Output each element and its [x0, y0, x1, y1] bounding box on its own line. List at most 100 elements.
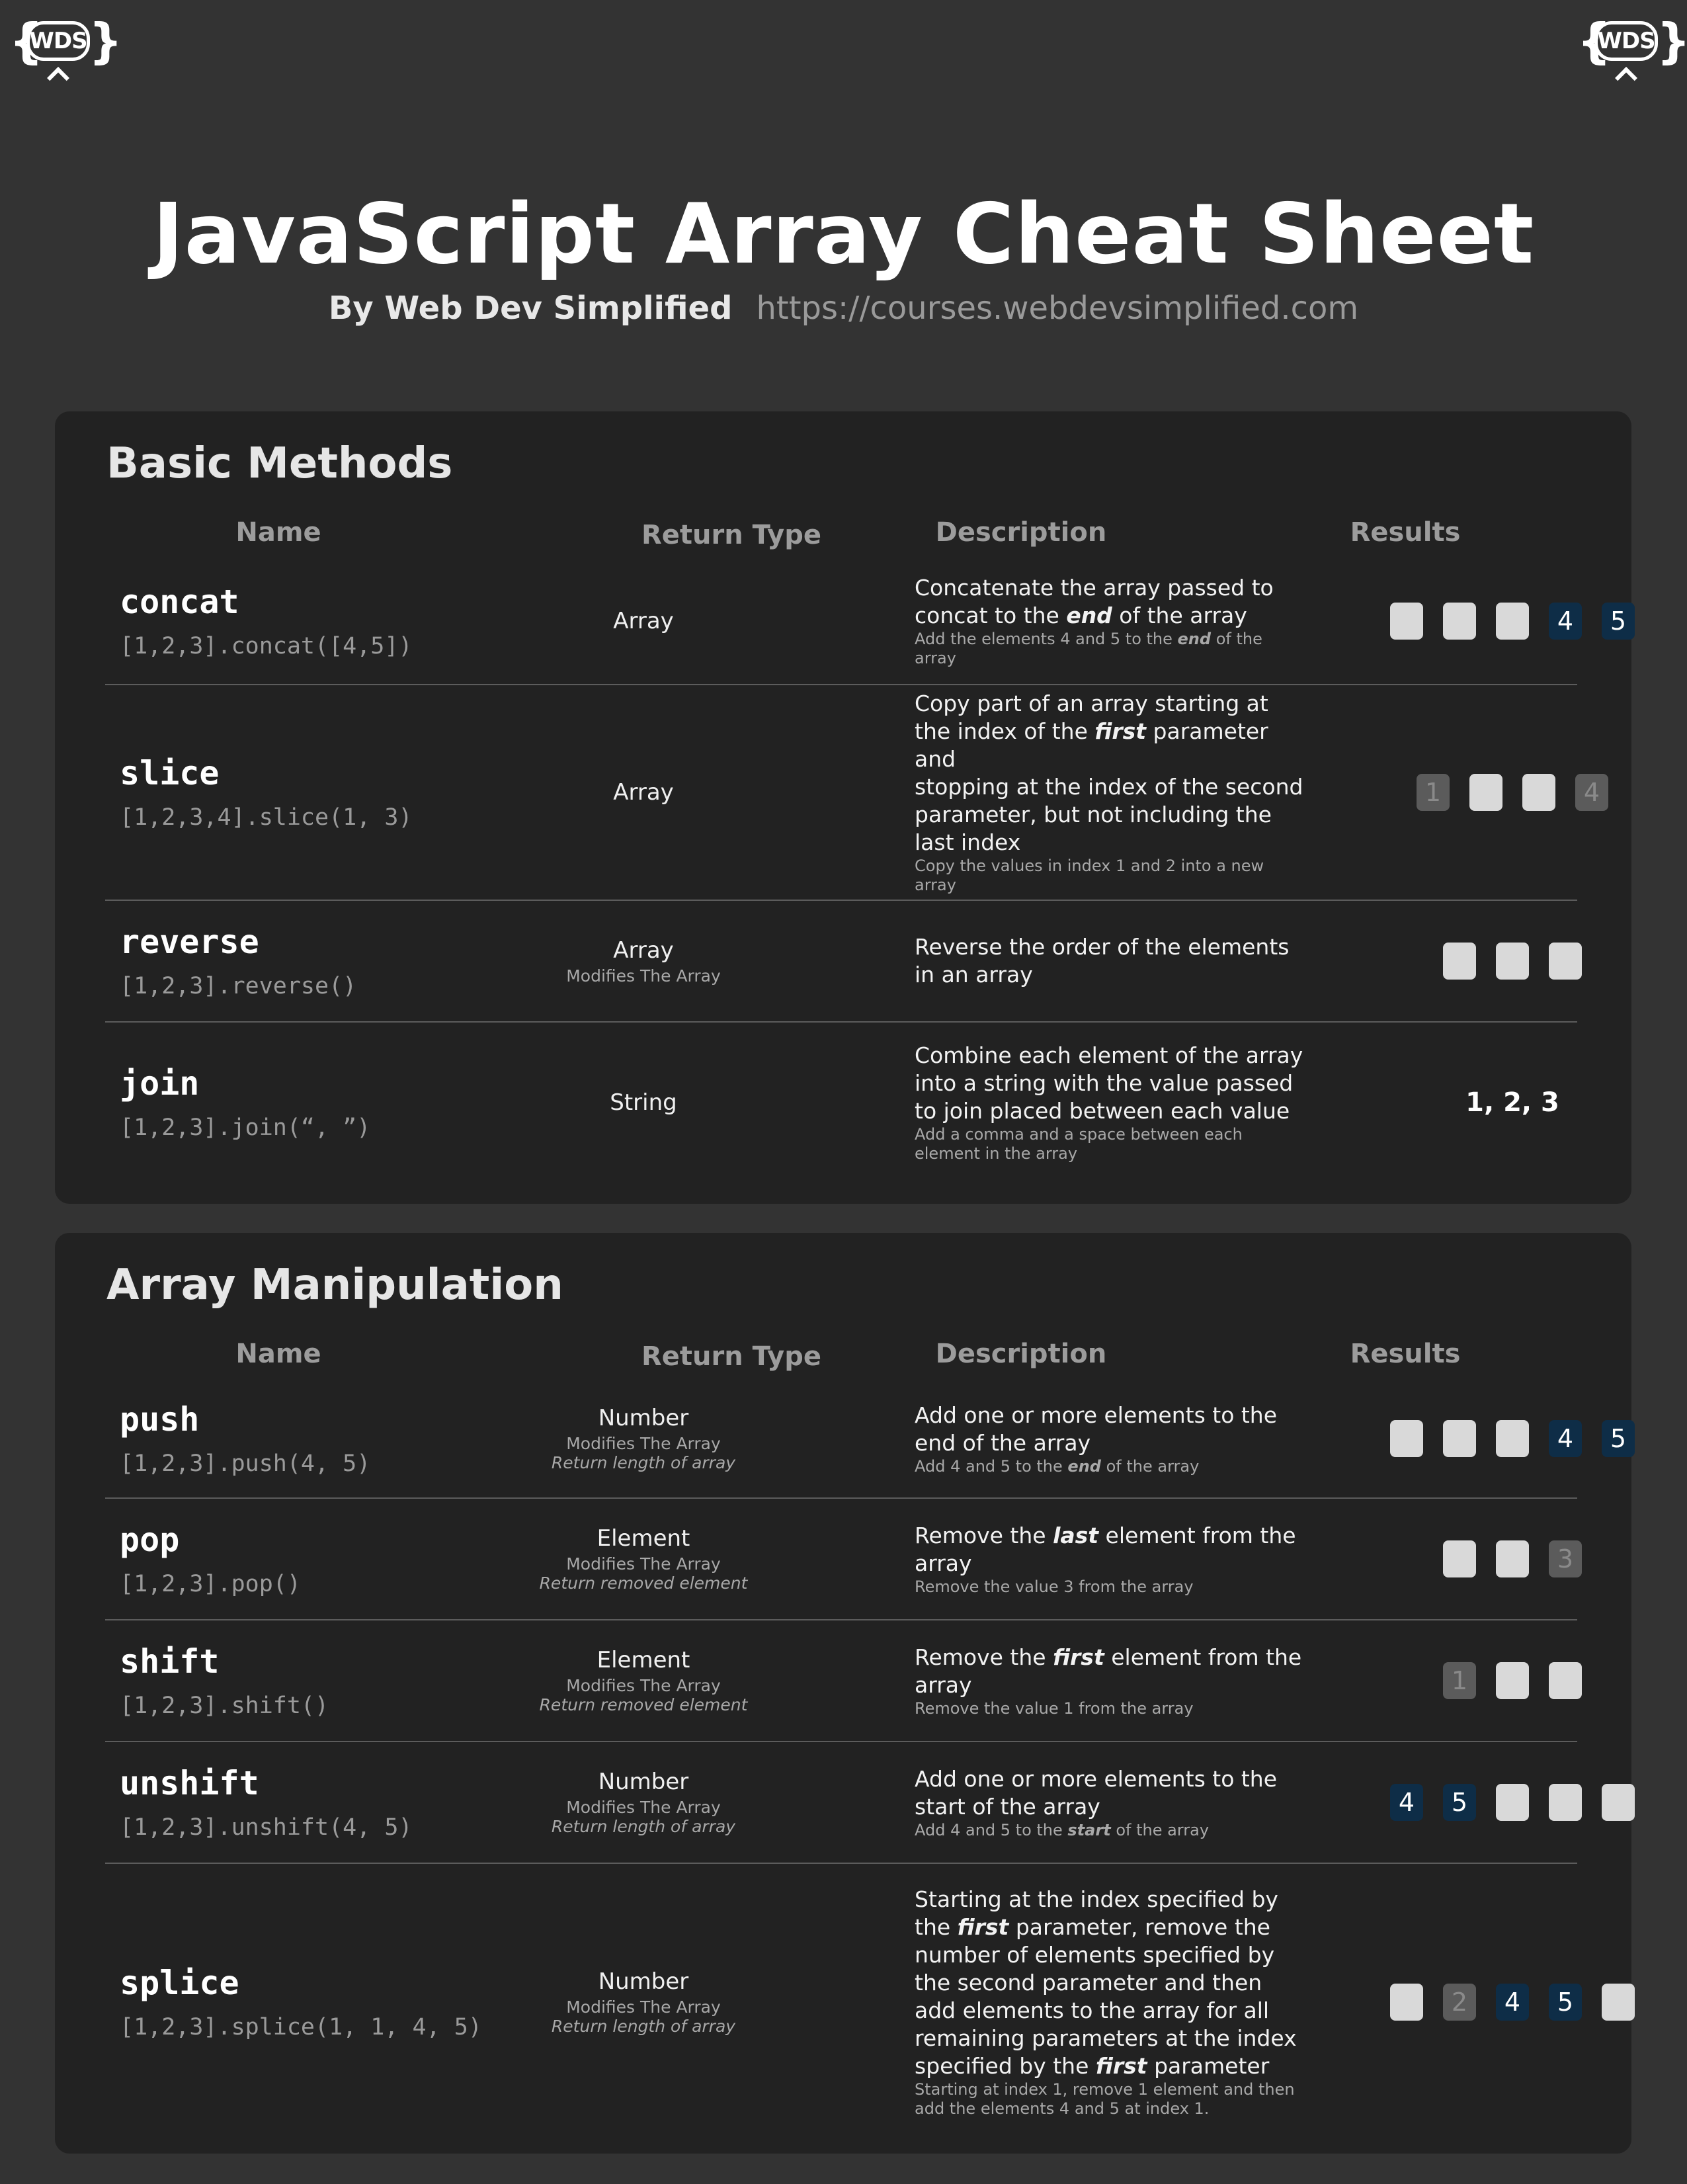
- description-line: the second parameter and then: [915, 1970, 1262, 1995]
- description-line: Concatenate the array passed to: [915, 575, 1274, 601]
- result-box: [1602, 1784, 1635, 1821]
- result-box-added: 4: [1496, 1984, 1529, 2021]
- result-box-added: 4: [1549, 1420, 1582, 1457]
- modifies-note: Modifies The Array: [566, 1798, 721, 1817]
- brace-right-glyph: }: [1657, 17, 1687, 65]
- column-header-description: Description: [935, 1339, 1107, 1369]
- description-cell: Concatenate the array passed to concat to…: [915, 558, 1305, 684]
- example-note-line: Remove the value 3 from the array: [915, 1577, 1194, 1596]
- description-line: in an array: [915, 962, 1033, 987]
- example-note-line: element in the array: [915, 1144, 1078, 1163]
- modifies-note: Modifies The Array: [566, 1434, 721, 1453]
- results-cell: 45: [1327, 1742, 1687, 1863]
- results-cell: 45: [1327, 1380, 1687, 1497]
- method-example: [1,2,3].push(4, 5): [120, 1450, 371, 1477]
- example-note-line: Remove the value 1 from the array: [915, 1699, 1194, 1718]
- return-type-cell: Number Modifies The Array Return length of…: [445, 1380, 842, 1497]
- result-box-removed: 3: [1549, 1540, 1582, 1577]
- table-row: splice [1,2,3].splice(1, 1, 4, 5) Number Mo…: [105, 1864, 1635, 2140]
- section-title: Array Manipulation: [106, 1261, 563, 1310]
- method-name: concat: [120, 583, 239, 621]
- method-cell: pop [1,2,3].pop(): [120, 1499, 301, 1619]
- description-line: remaining parameters at the index: [915, 2025, 1297, 2051]
- description-cell: Add one or more elements to the start of …: [915, 1742, 1305, 1863]
- method-name: join: [120, 1064, 200, 1103]
- result-box: [1522, 774, 1555, 811]
- method-cell: reverse [1,2,3].reverse(): [120, 901, 356, 1021]
- logo-caret-icon: [47, 67, 69, 89]
- method-cell: splice [1,2,3].splice(1, 1, 4, 5): [120, 1864, 482, 2140]
- description-cell: Combine each element of the array into a …: [915, 1023, 1305, 1183]
- result-box-added: 5: [1602, 1420, 1635, 1457]
- column-header-description: Description: [935, 517, 1107, 548]
- description-line: Add one or more elements to the: [915, 1402, 1278, 1428]
- table-row: slice [1,2,3,4].slice(1, 3) Array Copy part…: [105, 685, 1608, 901]
- method-name: push: [120, 1400, 200, 1439]
- result-box: [1390, 603, 1423, 640]
- method-cell: unshift [1,2,3].unshift(4, 5): [120, 1742, 413, 1863]
- description-line: Add one or more elements to the: [915, 1765, 1278, 1792]
- description-line: Combine each element of the array: [915, 1042, 1303, 1068]
- description-line: Copy part of an array starting at: [915, 691, 1268, 716]
- page-title: JavaScript Array Cheat Sheet: [152, 185, 1535, 282]
- method-cell: push [1,2,3].push(4, 5): [120, 1380, 370, 1497]
- modifies-note: Modifies The Array: [566, 966, 721, 986]
- description-line: parameter, but not including the: [915, 802, 1272, 827]
- result-box: [1496, 943, 1529, 980]
- return-type: Element: [597, 1647, 690, 1673]
- description-cell: Remove the last element from the array Rem…: [915, 1499, 1305, 1619]
- column-header-name: Name: [235, 517, 321, 548]
- description-line: into a string with the value passed: [915, 1070, 1294, 1096]
- table-row: unshift [1,2,3].unshift(4, 5) Number Modifi…: [105, 1742, 1635, 1864]
- wds-logo-left: { WDS }: [9, 17, 122, 90]
- method-example: [1,2,3].shift(): [120, 1693, 329, 1719]
- return-type: Array: [613, 937, 674, 964]
- subtitle: By Web Dev Simplified https://courses.web…: [0, 290, 1687, 327]
- result-box: [1602, 1984, 1635, 2021]
- results-cell: 3: [1327, 1499, 1687, 1619]
- results-cell: [1327, 901, 1687, 1021]
- method-example: [1,2,3].splice(1, 1, 4, 5): [120, 2014, 482, 2040]
- method-cell: concat [1,2,3].concat([4,5]): [120, 558, 413, 684]
- return-note: Return length of array: [551, 2017, 736, 2036]
- method-example: [1,2,3].join(“, ”): [120, 1114, 371, 1141]
- method-cell: slice [1,2,3,4].slice(1, 3): [120, 685, 413, 900]
- return-type: Array: [613, 608, 674, 634]
- return-type-cell: Array: [445, 558, 842, 684]
- result-box: [1469, 774, 1502, 811]
- description-line: Remove the first element from the: [915, 1644, 1302, 1670]
- description-line: array: [915, 1671, 972, 1698]
- method-example: [1,2,3].unshift(4, 5): [120, 1814, 413, 1841]
- return-type: Element: [597, 1525, 690, 1552]
- method-name: slice: [120, 754, 220, 792]
- result-box-removed: 1: [1443, 1662, 1476, 1699]
- description-line: end of the array: [915, 1429, 1091, 1456]
- result-box-removed: 4: [1575, 774, 1608, 811]
- section-basic-methods: Basic Methods Name Return Type Descripti…: [55, 411, 1635, 1204]
- method-name: pop: [120, 1521, 180, 1559]
- byline: By Web Dev Simplified: [328, 290, 733, 327]
- example-note-line: Starting at index 1, remove 1 element an…: [915, 2080, 1295, 2099]
- description-line: specified by the first parameter: [915, 2053, 1270, 2079]
- column-header-results: Results: [1350, 517, 1461, 548]
- return-type-cell: Number Modifies The Array Return length of…: [445, 1864, 842, 2140]
- result-box: [1496, 1420, 1529, 1457]
- modifies-note: Modifies The Array: [566, 1676, 721, 1695]
- modifies-note: Modifies The Array: [566, 1997, 721, 2017]
- section-array-manipulation: Array Manipulation Name Return Type Desc…: [55, 1233, 1635, 2154]
- method-example: [1,2,3].reverse(): [120, 973, 357, 999]
- description-line: stopping at the index of the second: [915, 774, 1303, 800]
- result-box-removed: 1: [1417, 774, 1450, 811]
- logo-caret-icon: [1615, 67, 1637, 89]
- method-example: [1,2,3].pop(): [120, 1571, 301, 1597]
- return-note: Return length of array: [551, 1817, 736, 1836]
- course-link[interactable]: https://courses.webdevsimplified.com: [756, 290, 1358, 327]
- method-name: shift: [120, 1642, 220, 1681]
- return-type-cell: Element Modifies The Array Return removed …: [445, 1499, 842, 1619]
- description-line: add elements to the array for all: [915, 1997, 1270, 2023]
- result-box: [1390, 1420, 1423, 1457]
- brace-right-glyph: }: [89, 13, 123, 69]
- description-line: start of the array: [915, 1793, 1100, 1820]
- column-header-name: Name: [235, 1339, 321, 1369]
- description-line: array: [915, 1550, 972, 1576]
